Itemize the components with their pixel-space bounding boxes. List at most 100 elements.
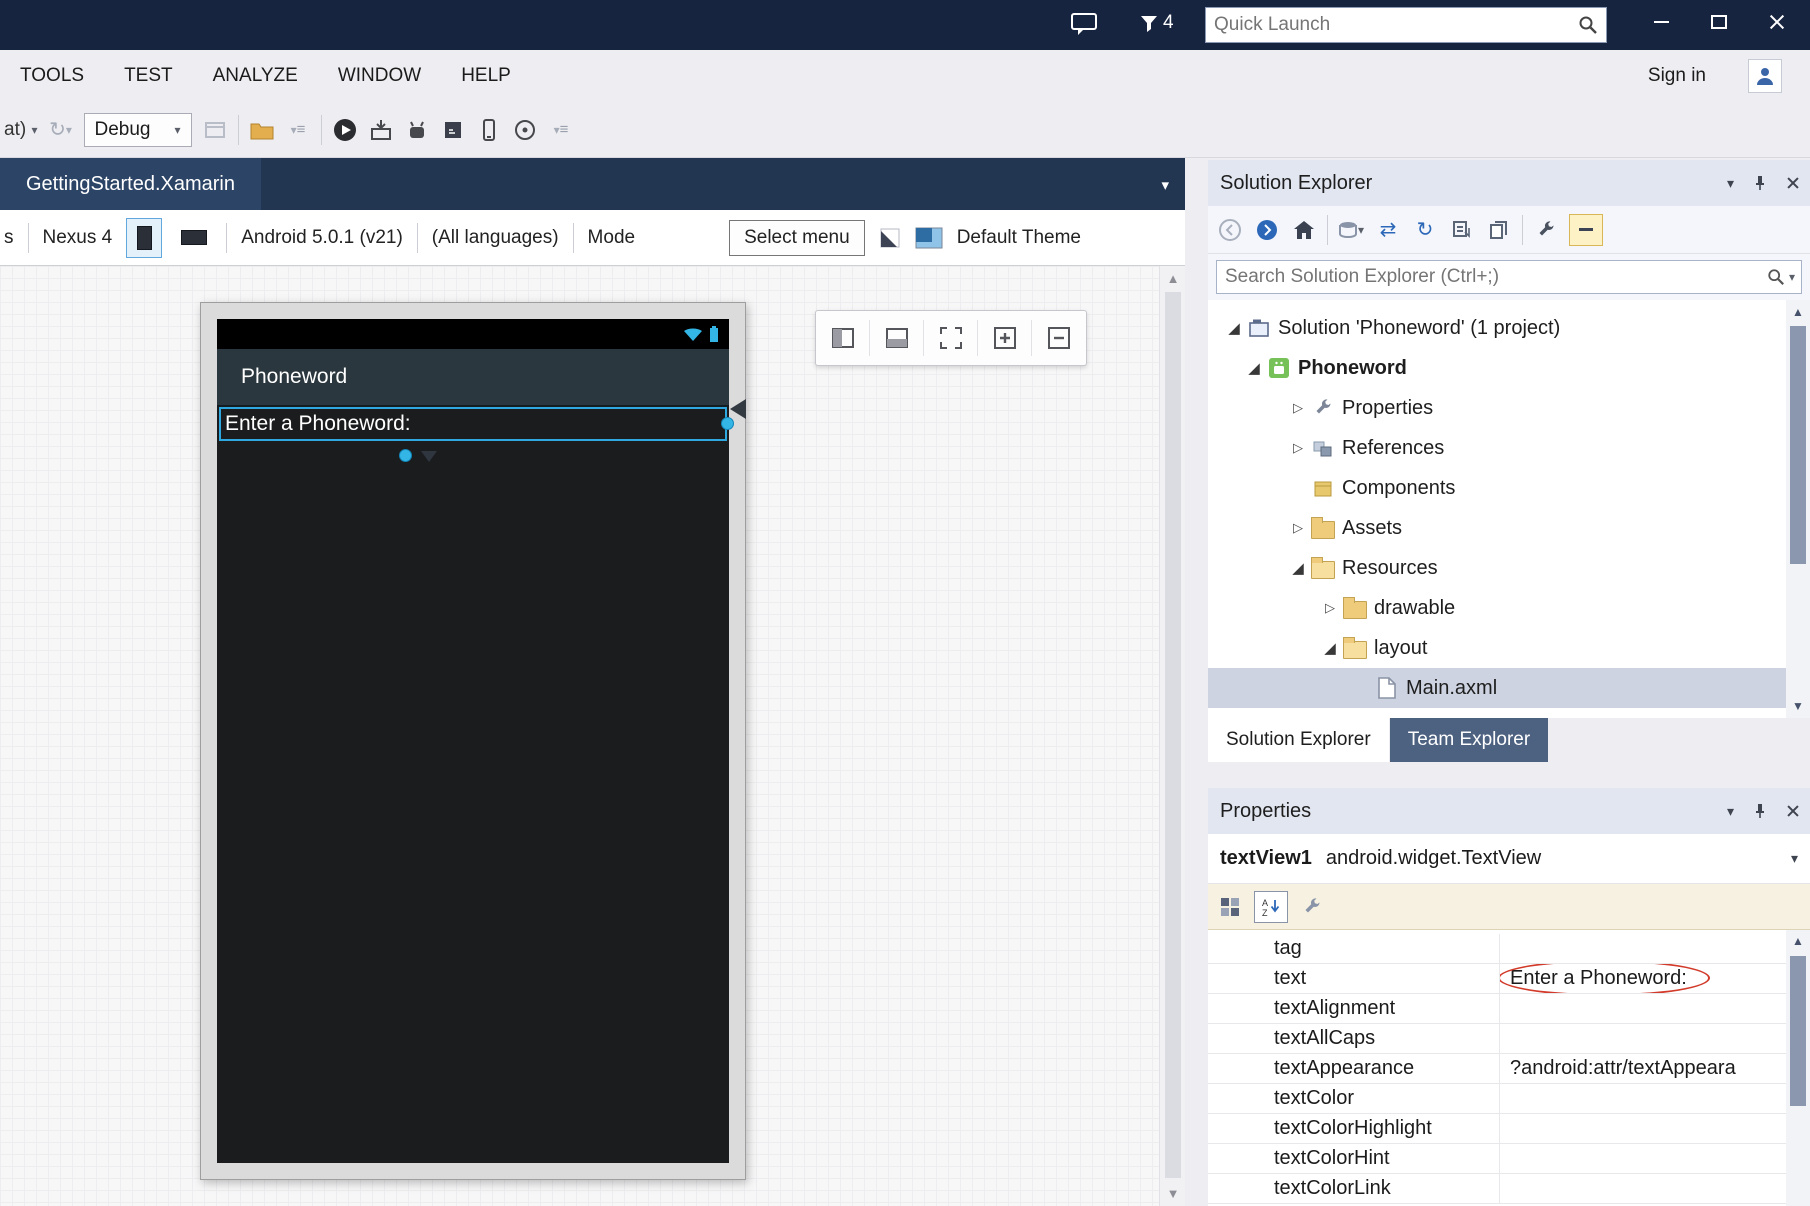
scrollbar-thumb[interactable]: [1790, 326, 1806, 564]
tree-item-main-axml[interactable]: Main.axml: [1208, 668, 1810, 708]
toolbar-overflow-handle[interactable]: ▾≡: [548, 113, 574, 147]
scroll-up-icon[interactable]: ▲: [1786, 305, 1810, 319]
sync-with-active-document-button[interactable]: ⇄: [1374, 214, 1402, 246]
android-emulator-button[interactable]: [404, 113, 430, 147]
alphabetical-view-button[interactable]: AZ: [1254, 891, 1288, 923]
profiler-button[interactable]: [512, 113, 538, 147]
home-button[interactable]: [1290, 214, 1318, 246]
menu-window[interactable]: WINDOW: [318, 50, 441, 102]
debug-configuration-combo[interactable]: Debug ▾: [84, 113, 192, 147]
pin-icon[interactable]: [1752, 803, 1768, 819]
tree-item-properties[interactable]: ▷ Properties: [1208, 388, 1810, 428]
expander-icon[interactable]: ◢: [1286, 559, 1310, 577]
document-list-chevron-icon[interactable]: ▾: [1161, 176, 1169, 194]
language-selector[interactable]: (All languages): [432, 227, 559, 249]
tab-team-explorer[interactable]: Team Explorer: [1390, 718, 1549, 762]
open-folder-button[interactable]: [249, 113, 275, 147]
feedback-bubble-icon[interactable]: [1070, 12, 1098, 36]
menu-test[interactable]: TEST: [104, 50, 193, 102]
window-position-icon[interactable]: ▾: [1727, 175, 1734, 192]
device-selector[interactable]: Nexus 4: [43, 227, 113, 249]
android-version-selector[interactable]: Android 5.0.1 (v21): [241, 227, 403, 249]
zoom-in-button[interactable]: [978, 311, 1031, 365]
properties-button[interactable]: [1532, 214, 1560, 246]
scope-selector-button[interactable]: ▾: [1337, 214, 1365, 246]
tree-item-drawable[interactable]: ▷ drawable: [1208, 588, 1810, 628]
selected-object-row[interactable]: textView1 android.widget.TextView ▾: [1208, 834, 1810, 884]
property-row-tag[interactable]: tag: [1208, 934, 1810, 964]
forward-button[interactable]: [1253, 214, 1281, 246]
theme-button[interactable]: [915, 227, 943, 249]
search-input[interactable]: [1217, 266, 1767, 288]
menu-analyze[interactable]: ANALYZE: [193, 50, 318, 102]
mode-label[interactable]: Mode: [588, 227, 636, 249]
fit-to-screen-button[interactable]: [924, 311, 977, 365]
expander-icon[interactable]: ◢: [1242, 359, 1266, 377]
tree-item-references[interactable]: ▷ References: [1208, 428, 1810, 468]
show-all-files-button[interactable]: [1485, 214, 1513, 246]
zoom-out-button[interactable]: [1032, 311, 1085, 365]
refresh-button[interactable]: ↻: [1411, 214, 1439, 246]
split-horizontal-button[interactable]: [816, 311, 869, 365]
deploy-button[interactable]: [368, 113, 394, 147]
expander-icon[interactable]: ◢: [1318, 639, 1342, 657]
properties-scrollbar[interactable]: ▲: [1786, 930, 1810, 1206]
tree-item-project-phoneword[interactable]: ◢ Phoneword: [1208, 348, 1810, 388]
notifications-filter-icon[interactable]: 4: [1140, 12, 1174, 34]
tree-item-layout[interactable]: ◢ layout: [1208, 628, 1810, 668]
action-bar-toggle-button[interactable]: [879, 227, 901, 249]
menu-tools[interactable]: TOOLS: [0, 50, 104, 102]
attach-button-disabled[interactable]: [202, 113, 228, 147]
expander-icon[interactable]: ▷: [1286, 440, 1310, 456]
window-position-icon[interactable]: ▾: [1727, 803, 1734, 820]
tree-item-components[interactable]: Components: [1208, 468, 1810, 508]
property-row-textcolorhighlight[interactable]: textColorHighlight: [1208, 1114, 1810, 1144]
quick-launch-box[interactable]: [1205, 7, 1607, 43]
pin-icon[interactable]: [1752, 175, 1768, 191]
expander-icon[interactable]: ◢: [1222, 319, 1246, 337]
canvas-vertical-scrollbar[interactable]: ▲ ▼: [1159, 266, 1185, 1206]
theme-selector[interactable]: Default Theme: [957, 227, 1081, 249]
device-manager-button[interactable]: [476, 113, 502, 147]
handle-dropdown-icon[interactable]: [421, 451, 437, 462]
text-property-value[interactable]: Enter a Phoneword:: [1500, 964, 1810, 993]
solution-explorer-scrollbar[interactable]: ▲ ▼: [1786, 300, 1810, 718]
split-vertical-button[interactable]: [870, 311, 923, 365]
maximize-button[interactable]: [1690, 0, 1748, 44]
menu-help[interactable]: HELP: [441, 50, 531, 102]
property-row-textcolor[interactable]: textColor: [1208, 1084, 1810, 1114]
start-debug-button[interactable]: [332, 113, 358, 147]
chevron-down-icon[interactable]: ▾: [1789, 270, 1795, 284]
scroll-up-icon[interactable]: ▲: [1786, 934, 1810, 948]
expander-icon[interactable]: ▷: [1286, 520, 1310, 536]
scroll-down-icon[interactable]: ▼: [1160, 1186, 1186, 1201]
preview-selected-items-toggle[interactable]: [1569, 214, 1603, 246]
select-menu-button[interactable]: Select menu: [729, 220, 865, 256]
property-row-textalignment[interactable]: textAlignment: [1208, 994, 1810, 1024]
expander-icon[interactable]: ▷: [1318, 600, 1342, 616]
sign-in-link[interactable]: Sign in: [1648, 50, 1706, 102]
close-icon[interactable]: [1786, 804, 1800, 818]
quick-launch-input[interactable]: [1206, 14, 1578, 36]
property-row-text[interactable]: text Enter a Phoneword:: [1208, 964, 1810, 994]
device-log-button[interactable]: [440, 113, 466, 147]
close-icon[interactable]: [1786, 176, 1800, 190]
property-row-textcolorhint[interactable]: textColorHint: [1208, 1144, 1810, 1174]
scrollbar-thumb[interactable]: [1790, 956, 1806, 1106]
close-button[interactable]: [1748, 0, 1806, 44]
property-row-textallcaps[interactable]: textAllCaps: [1208, 1024, 1810, 1054]
user-account-button[interactable]: [1748, 59, 1782, 93]
selected-textview[interactable]: Enter a Phoneword:: [219, 407, 727, 441]
scroll-up-icon[interactable]: ▲: [1160, 271, 1186, 286]
tree-item-solution[interactable]: ◢ Solution 'Phoneword' (1 project): [1208, 308, 1810, 348]
minimize-button[interactable]: [1632, 0, 1690, 44]
search-box[interactable]: ▾: [1216, 260, 1802, 294]
categorized-view-button[interactable]: [1216, 891, 1244, 923]
property-row-textcolorlink[interactable]: textColorLink: [1208, 1174, 1810, 1204]
chevron-down-icon[interactable]: ▾: [1791, 850, 1798, 867]
toolbar-overflow-handle[interactable]: ▾≡: [285, 113, 311, 147]
portrait-orientation-button[interactable]: [126, 218, 162, 258]
tab-solution-explorer[interactable]: Solution Explorer: [1208, 718, 1389, 762]
designer-canvas[interactable]: Phoneword Enter a Phoneword:: [0, 266, 1185, 1206]
property-row-textappearance[interactable]: textAppearance ?android:attr/textAppeara: [1208, 1054, 1810, 1084]
